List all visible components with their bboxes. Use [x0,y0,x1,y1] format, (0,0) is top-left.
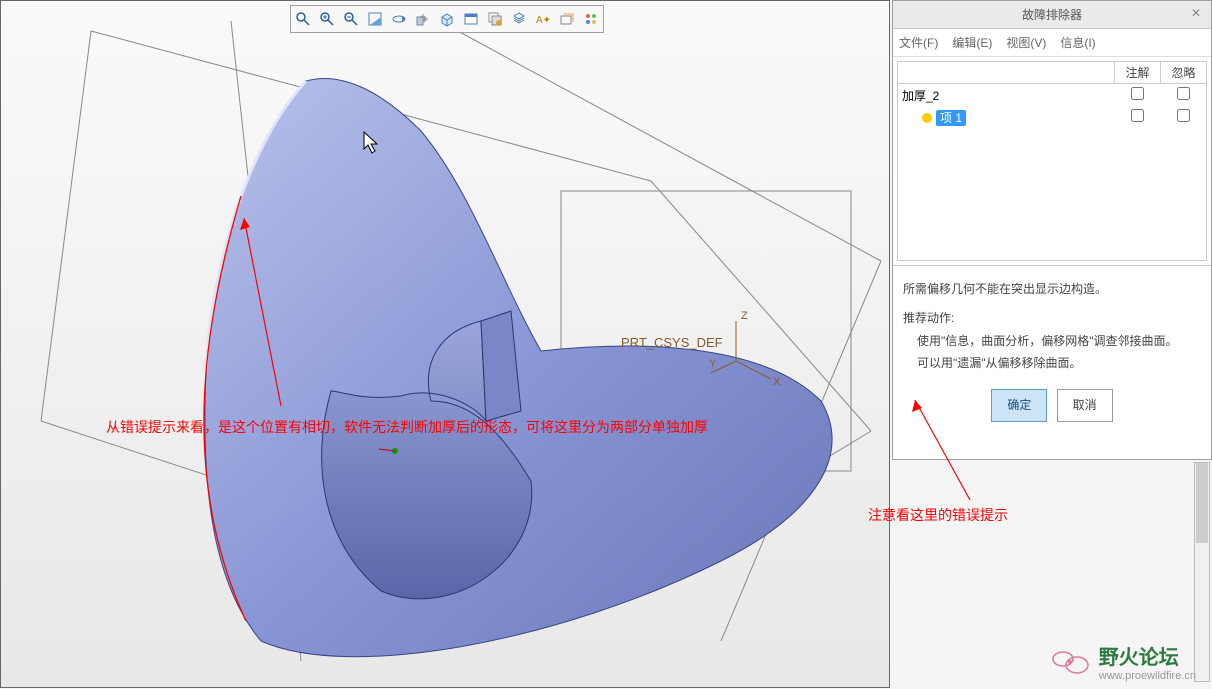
tree-row-feature[interactable]: 加厚_2 [898,84,1206,106]
view-manager-icon[interactable] [507,6,531,32]
solid-body [205,78,832,656]
tree-label: 项 1 [936,110,966,126]
close-icon[interactable]: ✕ [1187,6,1205,24]
tree-row-item[interactable]: 项 1 [898,106,1206,128]
note-checkbox[interactable] [1131,87,1144,100]
svg-text:X: X [773,376,781,388]
watermark-url: www.proewildfire.cn [1099,670,1196,682]
model-display-icon[interactable] [579,6,603,32]
zoom-in-icon[interactable] [315,6,339,32]
help-text-area: 所需偏移几何不能在突出显示边构造。 推荐动作: 使用"信息，曲面分析，偏移网格"… [893,265,1211,459]
help-line: 使用"信息，曲面分析，偏移网格"调查邻接曲面。 [903,330,1201,353]
orient-icon[interactable] [435,6,459,32]
note-checkbox[interactable] [1131,109,1144,122]
datum-display-icon[interactable] [555,6,579,32]
annotation-main: 从错误提示来看，是这个位置有相切，软件无法判断加厚后的形态，可将这里分为两部分单… [106,417,708,437]
model-canvas: PRT_CSYS_DEF X Y Z [1,1,891,689]
ignore-checkbox[interactable] [1177,87,1190,100]
layers-icon[interactable] [483,6,507,32]
saved-views-icon[interactable] [459,6,483,32]
watermark: 野火论坛 www.proewildfire.cn [1051,641,1196,682]
col-ignore: 忽略 [1160,62,1206,83]
warning-icon [922,113,932,123]
help-line: 可以用"遗漏"从偏移移除曲面。 [903,352,1201,375]
pan-icon[interactable] [411,6,435,32]
cursor [363,131,383,155]
logo-icon [1051,647,1091,677]
menu-info[interactable]: 信息(I) [1060,34,1095,51]
menu-edit[interactable]: 编辑(E) [952,34,992,51]
view-toolbar: A✦ [290,5,604,33]
ignore-checkbox[interactable] [1177,109,1190,122]
zoom-out-icon[interactable] [339,6,363,32]
svg-text:Z: Z [741,310,748,322]
tree-label: 加厚_2 [902,87,1114,104]
help-line: 推荐动作: [903,307,1201,330]
zoom-window-icon[interactable] [291,6,315,32]
col-note: 注解 [1114,62,1160,83]
svg-text:A✦: A✦ [536,15,551,26]
error-tree[interactable]: 注解 忽略 加厚_2 项 1 [897,61,1207,261]
cancel-button[interactable]: 取消 [1057,389,1113,422]
menu-view[interactable]: 视图(V) [1006,34,1046,51]
svg-text:Y: Y [709,358,717,370]
annotations-icon[interactable]: A✦ [531,6,555,32]
scrollbar-thumb[interactable] [1196,463,1208,543]
spin-icon[interactable] [387,6,411,32]
menu-file[interactable]: 文件(F) [899,34,938,51]
model-viewport[interactable]: PRT_CSYS_DEF X Y Z 从错误提示来看，是这个位置有相切，软件无法… [0,0,890,688]
troubleshooter-panel: 故障排除器 ✕ 文件(F) 编辑(E) 视图(V) 信息(I) 注解 忽略 加厚… [892,0,1212,460]
ok-button[interactable]: 确定 [991,389,1047,422]
svg-text:PRT_CSYS_DEF: PRT_CSYS_DEF [621,335,723,350]
help-line: 所需偏移几何不能在突出显示边构造。 [903,278,1201,301]
panel-titlebar[interactable]: 故障排除器 ✕ [893,1,1211,29]
watermark-title: 野火论坛 [1099,641,1196,670]
panel-title: 故障排除器 [1022,6,1082,23]
panel-menubar: 文件(F) 编辑(E) 视图(V) 信息(I) [893,29,1211,57]
refit-icon[interactable] [363,6,387,32]
scrollbar[interactable] [1194,462,1210,682]
tree-header: 注解 忽略 [898,62,1206,84]
annotation-side: 注意看这里的错误提示 [868,505,1008,525]
